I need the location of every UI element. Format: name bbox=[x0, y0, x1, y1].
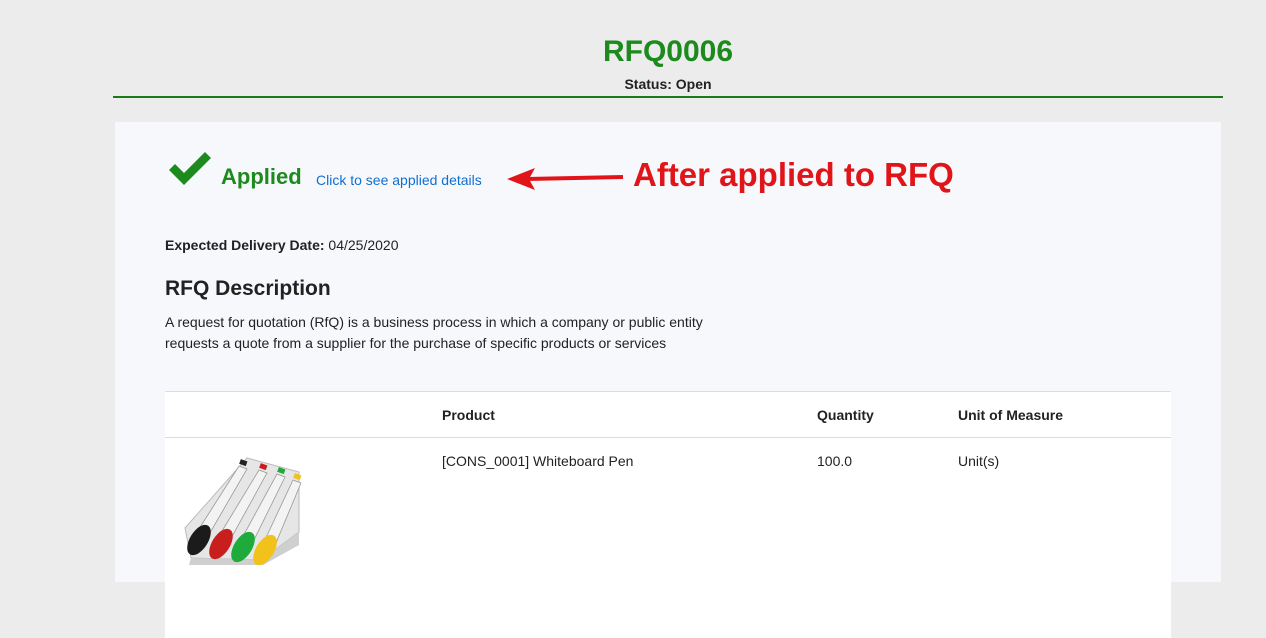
status-line: Status: Open bbox=[113, 76, 1223, 92]
applied-row: Applied Click to see applied details Aft… bbox=[167, 150, 1167, 200]
arrow-left-icon bbox=[507, 168, 623, 190]
check-icon bbox=[169, 152, 211, 185]
delivery-label: Expected Delivery Date: bbox=[165, 237, 325, 253]
column-header-quantity: Quantity bbox=[817, 407, 874, 423]
delivery-value: 04/25/2020 bbox=[328, 237, 399, 253]
cell-uom: Unit(s) bbox=[958, 453, 1000, 469]
rfq-card: Applied Click to see applied details Aft… bbox=[115, 122, 1221, 638]
column-header-uom: Unit of Measure bbox=[958, 407, 1064, 423]
expected-delivery: Expected Delivery Date: 04/25/2020 bbox=[165, 237, 399, 253]
table-header: Product Quantity Unit of Measure bbox=[165, 392, 1171, 438]
products-table: Product Quantity Unit of Measure [CONS_0… bbox=[165, 391, 1171, 638]
cell-quantity: 100.0 bbox=[817, 453, 853, 469]
status-label: Status: bbox=[624, 76, 672, 92]
cell-product: [CONS_0001] Whiteboard Pen bbox=[442, 453, 634, 469]
annotation-text: After applied to RFQ bbox=[633, 156, 954, 193]
status-value: Open bbox=[675, 76, 712, 92]
whiteboard-pens-image bbox=[177, 450, 305, 565]
applied-label: Applied bbox=[221, 164, 302, 189]
description-text: A request for quotation (RfQ) is a busin… bbox=[165, 314, 703, 351]
applied-details-link[interactable]: Click to see applied details bbox=[316, 172, 482, 188]
description-title: RFQ Description bbox=[165, 277, 331, 300]
page-header: RFQ0006 Status: Open bbox=[113, 30, 1223, 98]
column-header-product: Product bbox=[442, 407, 495, 423]
table-row: [CONS_0001] Whiteboard Pen 100.0 Unit(s) bbox=[165, 438, 1171, 638]
rfq-title: RFQ0006 bbox=[602, 35, 734, 68]
